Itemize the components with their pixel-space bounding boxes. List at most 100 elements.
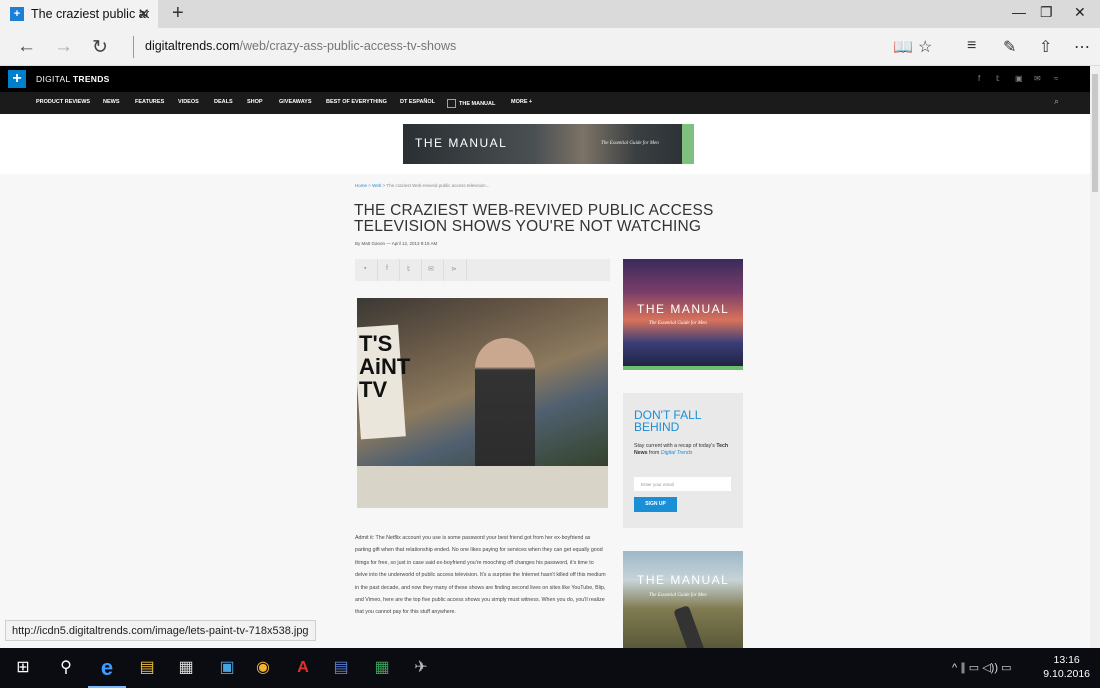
nav-best-of-everything[interactable]: BEST OF EVERYTHING xyxy=(326,99,387,105)
nav-dt-espanol[interactable]: DT ESPAÑOL xyxy=(400,99,435,105)
banner-subtitle: The Essential Guide for Men xyxy=(601,141,659,146)
site-name-light: DIGITAL xyxy=(36,74,73,84)
twitter-icon[interactable]: 𝕥 xyxy=(996,74,1000,83)
chrome-icon[interactable]: ◉ xyxy=(252,657,274,679)
ad1-accent-bar xyxy=(623,366,743,370)
ad2-product-image xyxy=(673,605,709,648)
share-facebook-icon[interactable]: f xyxy=(386,265,388,272)
nav-features[interactable]: FEATURES xyxy=(135,99,164,105)
url-field[interactable]: digitaltrends.com/web/crazy-ass-public-a… xyxy=(145,39,456,53)
the-manual-sidebar-ad-2[interactable]: THE MANUAL The Essential Guide for Men xyxy=(623,551,743,648)
newsletter-heading: DON'T FALL BEHIND xyxy=(634,408,701,434)
share-divider xyxy=(466,259,467,281)
dt-logo-icon[interactable]: + xyxy=(8,70,26,88)
reading-view-icon[interactable]: 📖 xyxy=(893,37,913,57)
system-tray-icons[interactable]: ^ ∥ ▭ ◁)) ▭ xyxy=(952,661,1011,674)
instagram-icon[interactable]: ▣ xyxy=(1015,74,1023,83)
the-manual-icon xyxy=(447,99,456,108)
page-scrollbar[interactable] xyxy=(1090,66,1100,648)
nav-the-manual-label: THE MANUAL xyxy=(459,100,496,107)
address-separator xyxy=(133,36,134,58)
excel-icon[interactable]: ▦ xyxy=(371,657,393,679)
favorite-star-icon[interactable]: ☆ xyxy=(918,37,932,57)
hub-icon[interactable]: ≡ xyxy=(967,37,976,55)
comment-icon[interactable]: ▪ xyxy=(364,265,366,272)
image-desk xyxy=(357,466,608,508)
more-icon[interactable]: ⋯ xyxy=(1074,37,1090,57)
banner-title: THE MANUAL xyxy=(415,136,508,150)
share-more-icon[interactable]: ⋗ xyxy=(451,265,457,273)
close-tab-icon[interactable]: ✕ xyxy=(137,5,150,23)
url-domain: digitaltrends.com xyxy=(145,39,240,53)
search-icon[interactable]: ⚲ xyxy=(55,657,77,679)
refresh-icon[interactable]: ↻ xyxy=(92,36,108,59)
minimize-button[interactable]: — xyxy=(1012,4,1026,20)
browser-tab[interactable]: + The craziest public acce ✕ xyxy=(0,0,158,28)
scrollbar-thumb[interactable] xyxy=(1092,74,1098,192)
site-favicon-icon: + xyxy=(10,7,24,21)
new-tab-button[interactable]: + xyxy=(172,2,184,25)
image-sign-text: T'S AiNT TV xyxy=(359,331,411,402)
newsletter-brand: Digital Trends xyxy=(660,450,693,456)
newsletter-text-2: from xyxy=(647,450,661,456)
url-path: /web/crazy-ass-public-access-tv-shows xyxy=(239,39,457,53)
page-viewport: + DIGITAL TRENDS f 𝕥 ▣ ✉ ≈ PRODUCT REVIE… xyxy=(0,66,1090,648)
share-divider xyxy=(443,259,444,281)
breadcrumb-web[interactable]: Web xyxy=(372,183,381,188)
acrobat-icon[interactable]: A xyxy=(292,657,314,679)
nav-product-reviews[interactable]: PRODUCT REVIEWS xyxy=(36,99,90,105)
nav-videos[interactable]: VIDEOS xyxy=(178,99,199,105)
sign-up-button[interactable]: SIGN UP xyxy=(634,497,677,512)
nav-deals[interactable]: DEALS xyxy=(214,99,233,105)
site-header: + DIGITAL TRENDS f 𝕥 ▣ ✉ ≈ xyxy=(0,66,1090,92)
email-icon[interactable]: ✉ xyxy=(1034,74,1041,83)
rss-icon[interactable]: ≈ xyxy=(1054,74,1058,83)
status-bar-url: http://icdn5.digitaltrends.com/image/let… xyxy=(5,620,316,641)
newsletter-box: DON'T FALL BEHIND Stay current with a re… xyxy=(623,393,743,528)
share-twitter-icon[interactable]: 𝕥 xyxy=(407,265,410,273)
newsletter-text-1: Stay current with a recap of today's xyxy=(634,443,717,449)
facebook-icon[interactable]: f xyxy=(978,74,980,83)
tab-bar: + The craziest public acce ✕ + — ❐ ✕ xyxy=(0,0,1100,28)
newsletter-text: Stay current with a recap of today's Tec… xyxy=(634,443,734,457)
breadcrumb-home[interactable]: Home xyxy=(355,183,367,188)
share-email-icon[interactable]: ✉ xyxy=(428,265,434,273)
share-icon[interactable]: ⇧ xyxy=(1039,37,1052,57)
article-title: THE CRAZIEST WEB-REVIVED PUBLIC ACCESS T… xyxy=(354,202,714,235)
calculator-icon[interactable]: ▦ xyxy=(175,657,197,679)
the-manual-sidebar-ad[interactable]: THE MANUAL The Essential Guide for Men xyxy=(623,259,743,370)
system-clock[interactable]: 13:16 9.10.2016 xyxy=(1043,653,1090,681)
share-divider xyxy=(377,259,378,281)
share-bar: ▪ f 𝕥 ✉ ⋗ xyxy=(355,259,610,281)
address-bar: ← → ↻ digitaltrends.com/web/crazy-ass-pu… xyxy=(0,28,1100,66)
close-window-button[interactable]: ✕ xyxy=(1074,4,1086,21)
email-input[interactable]: Enter your email xyxy=(634,477,731,491)
start-icon[interactable]: ⊞ xyxy=(12,657,34,679)
the-manual-banner-ad[interactable]: THE MANUAL The Essential Guide for Men xyxy=(403,124,694,164)
site-name-bold: TRENDS xyxy=(72,74,110,84)
nav-giveaways[interactable]: GIVEAWAYS xyxy=(279,99,312,105)
site-search-icon[interactable]: ⌕ xyxy=(1054,96,1059,107)
file-explorer-icon[interactable]: ▤ xyxy=(136,657,158,679)
app-icon[interactable]: ▣ xyxy=(216,657,238,679)
restore-button[interactable]: ❐ xyxy=(1040,4,1053,21)
forward-icon[interactable]: → xyxy=(54,36,73,58)
nav-more[interactable]: MORE + xyxy=(511,99,532,105)
ad1-title: THE MANUAL xyxy=(637,302,730,316)
article-image[interactable]: T'S AiNT TV xyxy=(357,298,608,508)
nav-the-manual[interactable]: THE MANUAL xyxy=(447,99,495,108)
windows-taskbar: ⊞ ⚲ e ▤ ▦ ▣ ◉ A ▤ ▦ ✈ ^ ∥ ▭ ◁)) ▭ 13:16 … xyxy=(0,648,1100,688)
app-misc-icon[interactable]: ✈ xyxy=(410,657,432,679)
ad2-subtitle: The Essential Guide for Men xyxy=(649,593,707,598)
site-nav: PRODUCT REVIEWS NEWS FEATURES VIDEOS DEA… xyxy=(0,92,1090,114)
tab-title: The craziest public acce xyxy=(31,7,149,21)
share-divider xyxy=(421,259,422,281)
nav-shop[interactable]: SHOP xyxy=(247,99,263,105)
web-note-icon[interactable]: ✎ xyxy=(1003,37,1016,57)
back-icon[interactable]: ← xyxy=(17,36,36,58)
site-name[interactable]: DIGITAL TRENDS xyxy=(36,74,110,84)
edge-browser-icon[interactable]: e xyxy=(96,657,118,679)
word-icon[interactable]: ▤ xyxy=(330,657,352,679)
clock-date: 9.10.2016 xyxy=(1043,668,1090,680)
nav-news[interactable]: NEWS xyxy=(103,99,120,105)
